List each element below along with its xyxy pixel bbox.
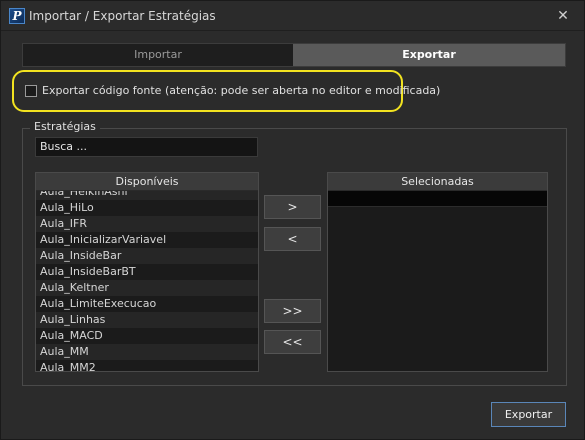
list-item[interactable]: Aula_HiLo: [36, 200, 258, 216]
available-list[interactable]: Disponíveis Aula_HeikinAshi Aula_HiLo Au…: [35, 172, 259, 372]
add-selected-button[interactable]: >: [264, 195, 321, 219]
tab-bar: Importar Exportar: [22, 43, 566, 67]
tab-importar[interactable]: Importar: [23, 44, 293, 66]
list-item[interactable]: Aula_MACD: [36, 328, 258, 344]
list-item[interactable]: Aula_InsideBar: [36, 248, 258, 264]
available-list-header: Disponíveis: [36, 173, 258, 191]
export-source-highlight: Exportar código fonte (atenção: pode ser…: [12, 70, 440, 112]
list-item[interactable]: Aula_InsideBarBT: [36, 264, 258, 280]
strategies-group-title: Estratégias: [30, 120, 100, 133]
remove-selected-button[interactable]: <: [264, 227, 321, 251]
app-icon: P: [9, 8, 25, 24]
tab-exportar[interactable]: Exportar: [293, 44, 565, 66]
list-item[interactable]: Aula_HeikinAshi: [36, 191, 258, 200]
remove-all-button[interactable]: <<: [264, 330, 321, 354]
list-item[interactable]: Aula_Keltner: [36, 280, 258, 296]
export-source-label[interactable]: Exportar código fonte (atenção: pode ser…: [42, 84, 440, 97]
add-all-button[interactable]: >>: [264, 299, 321, 323]
list-item[interactable]: Aula_MM: [36, 344, 258, 360]
list-item[interactable]: Aula_Linhas: [36, 312, 258, 328]
export-source-checkbox[interactable]: [25, 85, 37, 97]
selected-list[interactable]: Selecionadas: [327, 172, 548, 372]
export-button[interactable]: Exportar: [491, 402, 566, 427]
list-item[interactable]: Aula_InicializarVariavel: [36, 232, 258, 248]
selected-list-row[interactable]: [328, 191, 547, 207]
search-input[interactable]: Busca ...: [35, 137, 258, 157]
list-item[interactable]: Aula_IFR: [36, 216, 258, 232]
available-items[interactable]: Aula_HeikinAshi Aula_HiLo Aula_IFR Aula_…: [36, 191, 258, 371]
list-item[interactable]: Aula_MM2: [36, 360, 258, 371]
title-bar: P Importar / Exportar Estratégias ✕: [1, 1, 584, 31]
close-icon[interactable]: ✕: [554, 7, 572, 25]
window-title: Importar / Exportar Estratégias: [29, 9, 216, 23]
selected-list-header: Selecionadas: [328, 173, 547, 191]
dialog-window: P Importar / Exportar Estratégias ✕ Impo…: [0, 0, 585, 440]
list-item[interactable]: Aula_LimiteExecucao: [36, 296, 258, 312]
